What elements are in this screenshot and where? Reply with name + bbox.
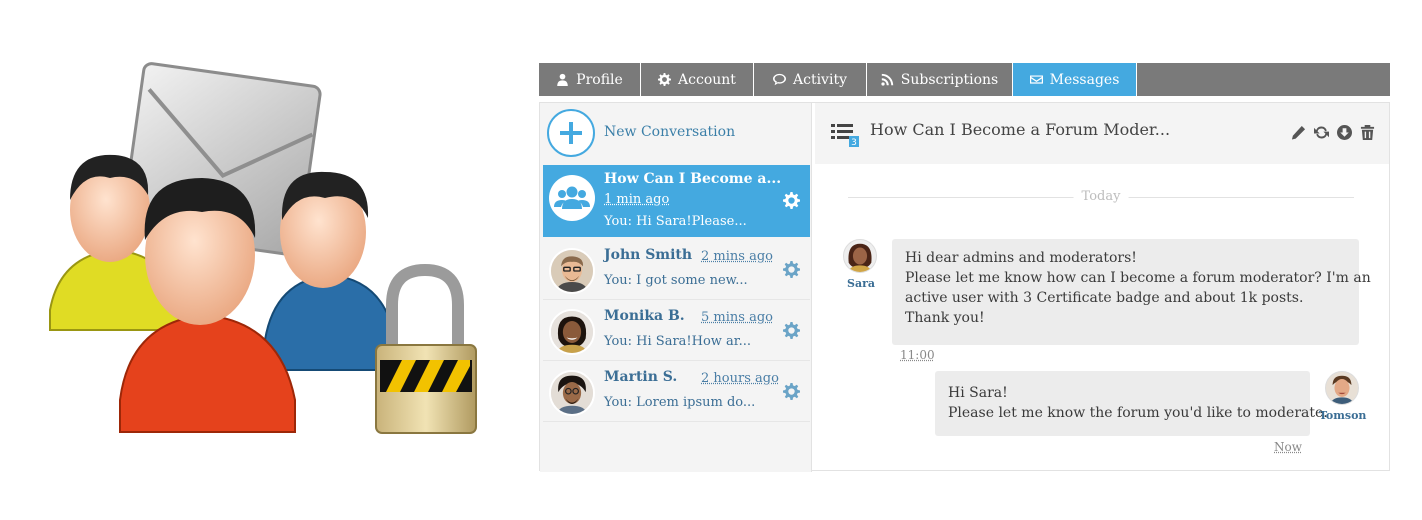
conversation-item-active[interactable]: How Can I Become a... 1 min ago You: Hi … [543,165,810,237]
conversation-item[interactable]: Martin S. 2 hours ago You: Lorem ipsum d… [543,361,810,422]
thread-title: How Can I Become a Forum Moder... [870,120,1171,139]
avatar[interactable] [1325,371,1359,405]
avatar-martin-s [551,372,593,414]
tab-messages[interactable]: Messages [1013,63,1137,96]
pencil-icon[interactable] [1291,125,1306,140]
gear-icon[interactable] [783,261,800,278]
message-bubble: Hi dear admins and moderators! Please le… [892,239,1371,345]
conversation-name: John Smith [604,247,693,263]
message-author[interactable]: Sara [847,277,875,290]
message-time: 11:00 [900,348,935,362]
avatar-sara [844,240,876,272]
unread-badge: 3 [851,138,857,147]
tab-label: Messages [1049,71,1120,88]
avatar-tomson [1326,372,1358,404]
day-separator: Today [848,189,1354,205]
message-time: Now [1274,440,1302,454]
messages-widget: Profile Account Activity Subscriptions M… [539,63,1390,472]
group-avatar [549,175,595,221]
download-circle-icon[interactable] [1337,125,1352,140]
thread-header: 3 How Can I Become a Forum Moder... [815,103,1389,164]
thread-actions [1291,125,1375,140]
tab-label: Subscriptions [900,71,999,88]
new-conversation-button[interactable]: New Conversation [540,103,811,163]
message-line: Hi Sara! [948,385,1008,401]
conversation-title: How Can I Become a... [604,171,782,187]
tab-label: Activity [793,71,847,88]
conversation-preview: You: Hi Sara!How ar... [604,334,751,349]
tab-account[interactable]: Account [641,63,754,96]
message-line: Please let me know the forum you'd like … [948,405,1328,421]
avatar-monika-b [551,311,593,353]
conversation-preview: You: Hi Sara!Please... [604,214,747,229]
conversation-time: 5 mins ago [701,310,773,325]
users-mail-lock-illustration [49,62,477,434]
gear-icon[interactable] [783,383,800,400]
padlock-icon [375,263,477,434]
rss-icon [881,73,893,86]
tab-subscriptions[interactable]: Subscriptions [867,63,1013,96]
avatar [549,248,595,294]
profile-tabs: Profile Account Activity Subscriptions M… [539,63,1390,96]
conversation-name: Martin S. [604,369,678,385]
conversation-time: 2 mins ago [701,249,773,264]
tab-activity[interactable]: Activity [754,63,867,96]
conversation-name: Monika B. [604,308,685,324]
chat-bubble-icon [773,73,786,86]
avatar [549,370,595,416]
hero-illustration [40,60,500,460]
gear-icon [658,73,672,86]
trash-icon[interactable] [1360,125,1375,140]
plus-icon [547,109,595,157]
conversation-item[interactable]: John Smith 2 mins ago You: I got some ne… [543,239,810,300]
gear-icon[interactable] [783,322,800,339]
message-line: Hi dear admins and moderators! [905,250,1137,266]
refresh-icon[interactable] [1314,125,1329,140]
conversation-time: 1 min ago [604,192,670,207]
conversation-item[interactable]: Monika B. 5 mins ago You: Hi Sara!How ar… [543,300,810,361]
conversation-thread: 3 How Can I Become a Forum Moder... Toda… [812,103,1389,470]
new-conversation-label: New Conversation [604,124,736,140]
message-line: Thank you! [905,310,985,326]
conversation-time: 2 hours ago [701,371,779,386]
conversation-preview: You: I got some new... [604,273,748,288]
message-author[interactable]: Tomson [1319,409,1366,422]
tab-label: Profile [576,71,623,88]
user-icon [557,73,568,86]
message-bubble: Hi Sara! Please let me know the forum yo… [935,371,1328,436]
conversation-preview: You: Lorem ipsum do... [604,395,756,410]
message-line: active user with 3 Certificate badge and… [905,290,1304,306]
tab-profile[interactable]: Profile [539,63,641,96]
tab-label: Account [678,71,736,88]
envelope-icon [1029,75,1043,84]
user-figure-blue [264,171,396,371]
gear-icon[interactable] [783,192,800,209]
conversation-list: New Conversation How Can I Become a... 1… [540,103,812,472]
avatar-john-smith [551,250,593,292]
day-separator-label: Today [1073,189,1129,204]
message-line: Please let me know how can I become a fo… [905,270,1371,286]
messages-body: New Conversation How Can I Become a... 1… [539,102,1390,472]
avatar[interactable] [843,239,877,273]
avatar [549,309,595,355]
list-icon: 3 [831,124,859,147]
users-group-icon [554,186,590,209]
